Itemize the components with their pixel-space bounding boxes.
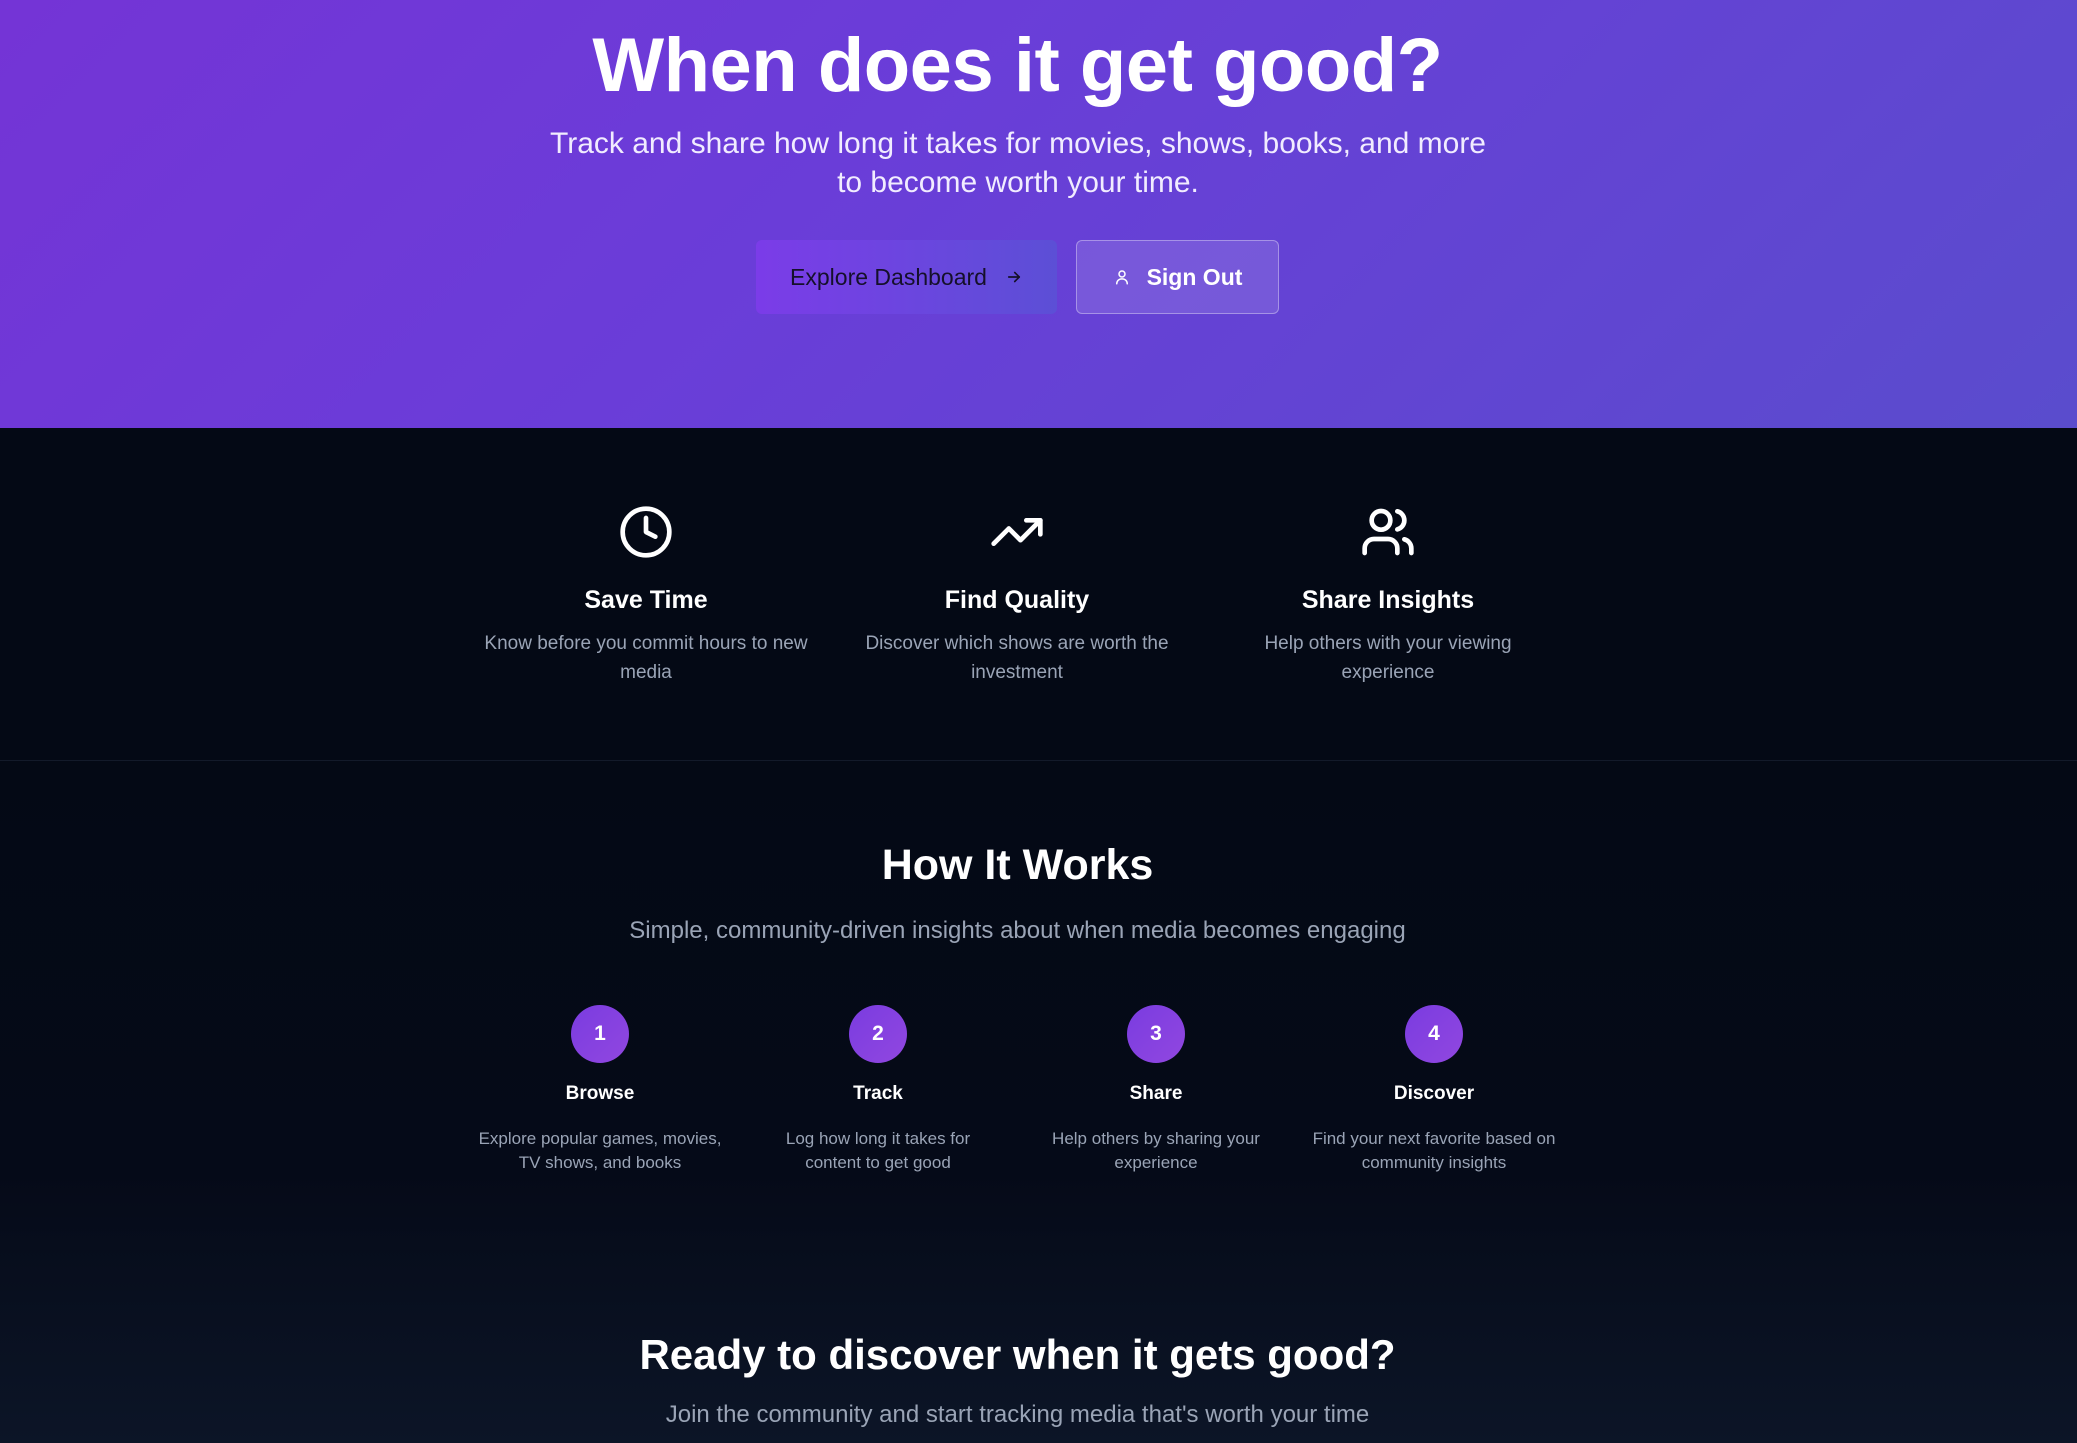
feature-save-time: Save Time Know before you commit hours t… [466, 504, 826, 687]
trending-up-icon [837, 504, 1197, 560]
step-track: 2 Track Log how long it takes for conten… [748, 1005, 1008, 1175]
landing-page: When does it get good? Track and share h… [0, 0, 2077, 1443]
step-number-badge: 3 [1127, 1005, 1185, 1063]
feature-title: Share Insights [1301, 586, 1475, 614]
step-title: Discover [1393, 1083, 1475, 1104]
how-it-works-section: How It Works Simple, community-driven in… [0, 761, 2077, 1443]
feature-description: Discover which shows are worth the inves… [865, 633, 1169, 683]
user-icon [1113, 268, 1131, 286]
step-number-badge: 2 [849, 1005, 907, 1063]
feature-share-insights: Share Insights Help others with your vie… [1208, 504, 1568, 687]
hero-section: When does it get good? Track and share h… [0, 0, 2077, 428]
feature-description: Help others with your viewing experience [1264, 633, 1512, 683]
step-description: Log how long it takes for content to get… [785, 1129, 971, 1172]
step-number-badge: 4 [1405, 1005, 1463, 1063]
step-title: Track [853, 1083, 903, 1104]
features-section: Save Time Know before you commit hours t… [0, 428, 2077, 761]
how-it-works-title: How It Works [881, 841, 1154, 889]
feature-find-quality: Find Quality Discover which shows are wo… [837, 504, 1197, 687]
step-description: Explore popular games, movies, TV shows,… [478, 1129, 722, 1172]
feature-title: Save Time [584, 586, 708, 614]
clock-icon [466, 504, 826, 560]
explore-dashboard-label: Explore Dashboard [790, 263, 987, 290]
step-title: Browse [565, 1083, 635, 1104]
cta-subtitle: Join the community and start tracking me… [665, 1401, 1370, 1428]
step-description: Help others by sharing your experience [1052, 1129, 1260, 1172]
feature-description: Know before you commit hours to new medi… [484, 633, 808, 683]
sign-out-label: Sign Out [1146, 263, 1243, 290]
feature-title: Find Quality [944, 586, 1090, 614]
sign-out-button[interactable]: Sign Out [1076, 240, 1279, 314]
cta-title: Ready to discover when it gets good? [639, 1331, 1396, 1378]
step-browse: 1 Browse Explore popular games, movies, … [470, 1005, 730, 1175]
hero-subtitle: Track and share how long it takes for mo… [550, 127, 1486, 199]
step-share: 3 Share Help others by sharing your expe… [1026, 1005, 1286, 1175]
how-it-works-subtitle: Simple, community-driven insights about … [629, 917, 1406, 944]
step-title: Share [1129, 1083, 1183, 1104]
arrow-right-icon [1005, 268, 1023, 286]
hero-title: When does it get good? [592, 23, 1443, 108]
step-discover: 4 Discover Find your next favorite based… [1304, 1005, 1564, 1175]
step-number-badge: 1 [571, 1005, 629, 1063]
explore-dashboard-button[interactable]: Explore Dashboard [756, 240, 1057, 314]
users-icon [1208, 504, 1568, 560]
step-description: Find your next favorite based on communi… [1312, 1129, 1556, 1172]
